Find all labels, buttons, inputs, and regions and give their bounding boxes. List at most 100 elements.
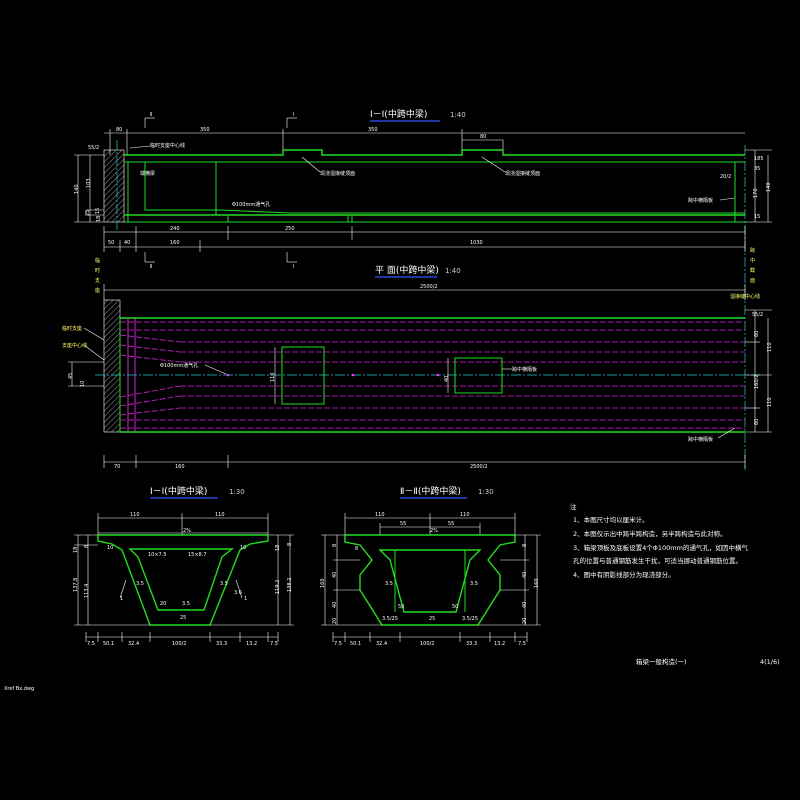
sec1-right-138: 138.2 <box>287 578 293 592</box>
sec2-in-2: 50 <box>398 604 404 610</box>
sec1-chamfer-1: 10×7.5 <box>148 552 167 558</box>
label-mid-diaphragm: 跨中横隔板 <box>688 197 713 204</box>
elev-right-35: 35 <box>754 166 760 172</box>
sec1-in-8: 1 <box>244 596 247 602</box>
section1-void <box>128 548 234 611</box>
sec1-slope: 2% <box>183 528 191 534</box>
sec2-bot-13: 13.2 <box>494 641 505 647</box>
sec2-bot-32: 32.4 <box>376 641 387 647</box>
sec1-chamfer-2: 15×8.7 <box>188 552 207 558</box>
elev-left-15: 15 <box>95 208 101 214</box>
label-wet-joint-1: 现浇湿接缝顶面 <box>320 170 355 177</box>
section-mark-i-top: Ⅰ <box>293 112 294 118</box>
note-4: 4、图中有阴影线部分为现浇部分。 <box>573 570 675 579</box>
section-2-view: Ⅱ－Ⅱ(中跨中梁) 1:30 110 110 55 55 2% 8 50 50 … <box>320 485 541 647</box>
sec1-in-10: 10 <box>240 545 246 551</box>
label-vent-hole: Φ100mm通气孔 <box>232 201 270 208</box>
section1-title: Ⅰ－Ⅰ(中跨中梁) <box>150 485 207 497</box>
label-temp-support: 临时支座中心线 <box>150 142 185 149</box>
sec2-top-110a: 110 <box>375 512 385 518</box>
section1-scale: 1:30 <box>229 488 245 496</box>
label-20-2: 20/2 <box>720 174 731 180</box>
sec1-in-6: 25 <box>180 615 186 621</box>
sec1-bot-33: 33.3 <box>216 641 227 647</box>
sec1-bot-50: 50.1 <box>103 641 114 647</box>
sec2-bot-33: 33.3 <box>466 641 477 647</box>
sec1-in-11: 20 <box>160 601 166 607</box>
sec2-top-55a: 55 <box>400 521 406 527</box>
section-mark-ii-bottom: Ⅱ <box>150 264 152 270</box>
plan-label-wet-joint-cl: 湿接缝中心线 <box>730 293 760 300</box>
plan-hole-dim-110: 110 <box>270 372 276 382</box>
elev-right-15: 15 <box>754 214 760 220</box>
svg-text:中: 中 <box>750 257 755 264</box>
sec2-in-4: 3.5 <box>385 581 393 587</box>
plan-right-60b: 60 <box>754 419 760 425</box>
elev-bot-1030: 1030 <box>470 240 483 246</box>
sheet-number: 4(1/6) <box>760 658 780 666</box>
elev-left-55: 55/2 <box>88 145 99 151</box>
elev-side-note-left: 临 <box>95 257 100 264</box>
section2-title: Ⅱ－Ⅱ(中跨中梁) <box>400 485 461 497</box>
elev-bot-40: 40 <box>124 240 130 246</box>
sec2-left-40a: 40 <box>332 572 338 578</box>
sec2-left-40b: 40 <box>332 602 338 608</box>
sec1-in-4: 3.5 <box>220 581 228 587</box>
elev-bot-250: 250 <box>285 226 295 232</box>
xref-label: Xref Bx.dwg <box>4 686 34 692</box>
vent-hole-2 <box>351 373 355 377</box>
sec2-in-8: 3.5/25 <box>462 616 478 622</box>
elev-dim-350a: 350 <box>200 127 210 133</box>
plan-right-55: 55/2 <box>752 312 763 318</box>
sec1-left-137: 137.8 <box>73 578 79 592</box>
section-1-view: Ⅰ－Ⅰ(中跨中梁) 1:30 110 110 2% 10×7.5 15×8.7 … <box>73 485 294 647</box>
sec2-right-20: 20 <box>522 618 528 624</box>
sec1-in-3: 3.5 <box>136 581 144 587</box>
title-block: 箱梁一般构造(一) 4(1/6) Xref Bx.dwg <box>4 657 780 692</box>
sec2-left-160: 160 <box>320 578 326 588</box>
elev-left-140: 140 <box>74 184 80 194</box>
vent-hole-3 <box>436 373 440 377</box>
sec2-bot-7b: 7.5 <box>518 641 526 647</box>
sec2-in-7: 3.5/25 <box>382 616 398 622</box>
svg-text:座: 座 <box>95 287 100 294</box>
elev-bot-50: 50 <box>108 240 114 246</box>
elev-dim-80b: 80 <box>480 134 486 140</box>
plan-hole-dim-40: 40 <box>444 376 450 382</box>
plan-label-mid-diaphragm: 跨中横隔板 <box>512 366 537 373</box>
sec1-right-119: 119.2 <box>275 580 281 594</box>
sec2-in-3: 50 <box>452 604 458 610</box>
sec2-in-6: 25 <box>429 616 435 622</box>
elev-right-185: 185 <box>754 156 764 162</box>
sec1-left-8: 8 <box>84 545 90 548</box>
sec2-in-5: 3.5 <box>470 581 478 587</box>
vent-hole-1 <box>226 373 230 377</box>
plan-right-60a: 60 <box>754 331 760 337</box>
sec1-bot-32: 32.4 <box>128 641 139 647</box>
elev-right-140: 140 <box>766 182 772 192</box>
section-mark-i-bottom: Ⅰ <box>293 264 294 270</box>
sec2-bot-7a: 7.5 <box>334 641 342 647</box>
sec1-right-8: 8 <box>287 543 293 546</box>
elev-bot-160: 160 <box>170 240 180 246</box>
svg-text:截: 截 <box>750 267 755 274</box>
cad-drawing: Ⅰ－Ⅰ(中跨中梁) 1:40 80 350 350 80 Ⅱ Ⅰ Ⅱ Ⅰ 临时支… <box>4 108 780 692</box>
plan-opening-1 <box>281 346 325 405</box>
plan-left-10: 10 <box>80 381 86 387</box>
label-end-diaphragm: 端横梁 <box>140 170 155 177</box>
plan-bot-2500: 2500/2 <box>470 464 488 470</box>
drawing-title: 箱梁一般构造(一) <box>636 657 687 666</box>
sec2-left-20: 20 <box>332 618 338 624</box>
section2-scale: 1:30 <box>478 488 494 496</box>
sec2-slope: 2% <box>430 528 438 534</box>
section-mark-ii-top: Ⅱ <box>150 112 152 118</box>
elevation-scale: 1:40 <box>450 111 466 119</box>
sec1-bot-13: 13.2 <box>246 641 257 647</box>
sec2-right-8: 8 <box>522 544 528 547</box>
elev-left-18: 18 <box>96 216 102 222</box>
elev-end-hatch <box>104 150 124 222</box>
plan-left-45: 45 <box>68 373 74 379</box>
sec2-left-8: 8 <box>332 544 338 547</box>
elev-dim-350b: 350 <box>368 127 378 133</box>
plan-scale: 1:40 <box>445 267 461 275</box>
